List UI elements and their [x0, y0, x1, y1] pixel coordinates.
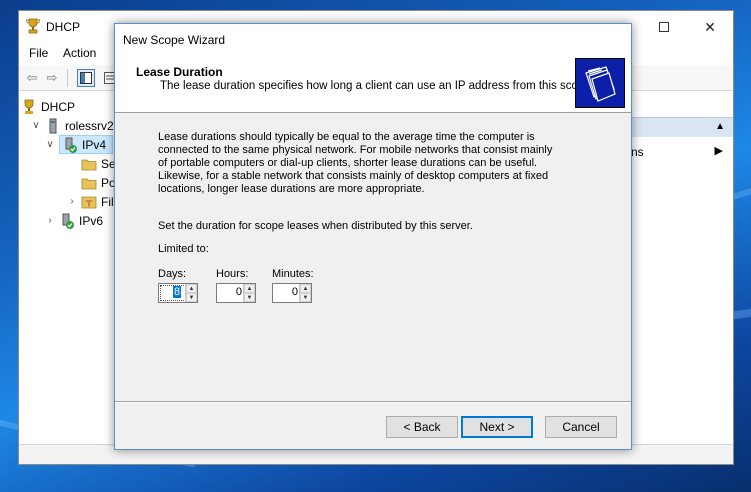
show-hide-console-tree-icon[interactable]	[77, 69, 95, 87]
ipv4-selected-node[interactable]: IPv4	[59, 135, 114, 154]
days-spinner-buttons: ▲ ▼	[185, 284, 197, 302]
days-label: Days:	[158, 268, 187, 280]
minutes-spinner[interactable]: 0 ▲ ▼	[272, 283, 312, 303]
collapse-chevron-icon[interactable]: ∨	[45, 139, 55, 150]
close-button[interactable]: ✕	[687, 11, 733, 43]
page-title: Lease Duration	[136, 65, 223, 79]
days-spinner[interactable]: 8 ▲ ▼	[158, 283, 198, 303]
tree-label-dhcp: DHCP	[41, 99, 76, 114]
spin-down-icon[interactable]: ▼	[244, 293, 255, 302]
server-icon	[49, 118, 57, 133]
expand-chevron-icon[interactable]: ›	[45, 215, 55, 226]
dhcp-trophy-icon	[26, 18, 40, 34]
tree-item-filters[interactable]: › Fil	[67, 192, 114, 211]
tree-label-ipv4: IPv4	[82, 137, 107, 152]
actions-more-item[interactable]: ns ▶	[629, 143, 733, 163]
menu-action[interactable]: Action	[63, 46, 96, 60]
new-scope-wizard-dialog: New Scope Wizard Lease Duration The leas…	[114, 23, 632, 450]
back-arrow-icon[interactable]: ⇦	[23, 69, 41, 87]
tree-label-server: rolessrv2.	[65, 118, 118, 133]
collapse-chevron-icon[interactable]: ∨	[31, 120, 41, 131]
tree-item-ipv6[interactable]: › IPv6	[45, 211, 103, 230]
close-icon: ✕	[704, 18, 716, 35]
ipv6-network-icon	[62, 213, 74, 229]
filter-icon	[81, 196, 97, 208]
submenu-arrow-icon: ▶	[714, 145, 723, 157]
maximize-button[interactable]	[641, 11, 687, 43]
tree-label-ipv6: IPv6	[79, 213, 104, 228]
wizard-title: New Scope Wizard	[123, 33, 226, 47]
spin-up-icon[interactable]: ▲	[186, 284, 197, 293]
page-subtitle: The lease duration specifies how long a …	[160, 80, 594, 92]
actions-item-label: ns	[631, 145, 644, 159]
maximize-icon	[659, 22, 669, 32]
tree-item-ipv4[interactable]: ∨ IPv4	[45, 135, 114, 154]
wizard-header: Lease Duration The lease duration specif…	[115, 55, 631, 113]
dhcp-window-title: DHCP	[46, 20, 81, 34]
tree-item-policies[interactable]: Po	[81, 173, 116, 192]
hours-spinner[interactable]: 0 ▲ ▼	[216, 283, 256, 303]
forward-arrow-icon[interactable]: ⇨	[43, 69, 61, 87]
spin-up-icon[interactable]: ▲	[244, 284, 255, 293]
expand-chevron-icon[interactable]: ›	[67, 196, 77, 207]
folder-icon	[81, 159, 97, 170]
back-button[interactable]: < Back	[386, 416, 458, 438]
tree-item-server[interactable]: ∨ rolessrv2.	[31, 116, 117, 135]
footer-divider-highlight	[115, 402, 631, 403]
tree-label-filters: Fil	[101, 194, 114, 209]
set-duration-instruction: Set the duration for scope leases when d…	[158, 220, 473, 232]
tree-item-server-options[interactable]: Se	[81, 154, 116, 173]
actions-pane: ▲ ns ▶	[629, 93, 733, 444]
spin-up-icon[interactable]: ▲	[300, 284, 311, 293]
console-tree-icon	[80, 72, 92, 84]
minutes-label: Minutes:	[272, 268, 314, 280]
ipv4-network-icon	[65, 137, 77, 153]
minutes-spinner-buttons: ▲ ▼	[299, 284, 311, 302]
minutes-value[interactable]: 0	[275, 286, 298, 298]
console-tree: DHCP ∨ rolessrv2. ∨ IPv4 Se Po › Fil › I…	[19, 93, 117, 444]
toolbar-separator	[67, 69, 68, 87]
spin-down-icon[interactable]: ▼	[300, 293, 311, 302]
folder-icon	[81, 178, 97, 189]
menu-file[interactable]: File	[29, 46, 48, 60]
wizard-documents-graphic-icon	[575, 58, 625, 108]
dhcp-trophy-icon	[24, 99, 34, 114]
cancel-button[interactable]: Cancel	[545, 416, 617, 438]
spin-down-icon[interactable]: ▼	[186, 293, 197, 302]
collapse-up-triangle-icon[interactable]: ▲	[715, 121, 725, 132]
days-value[interactable]: 8	[173, 286, 181, 298]
hours-spinner-buttons: ▲ ▼	[243, 284, 255, 302]
hours-label: Hours:	[216, 268, 249, 280]
limited-to-label: Limited to:	[158, 243, 209, 255]
lease-duration-explanation: Lease durations should typically be equa…	[158, 131, 553, 195]
wizard-titlebar: New Scope Wizard	[115, 24, 631, 55]
actions-header[interactable]: ▲	[629, 117, 733, 137]
tree-item-dhcp[interactable]: DHCP	[21, 97, 75, 116]
hours-value[interactable]: 0	[219, 286, 242, 298]
next-button[interactable]: Next >	[461, 416, 533, 438]
